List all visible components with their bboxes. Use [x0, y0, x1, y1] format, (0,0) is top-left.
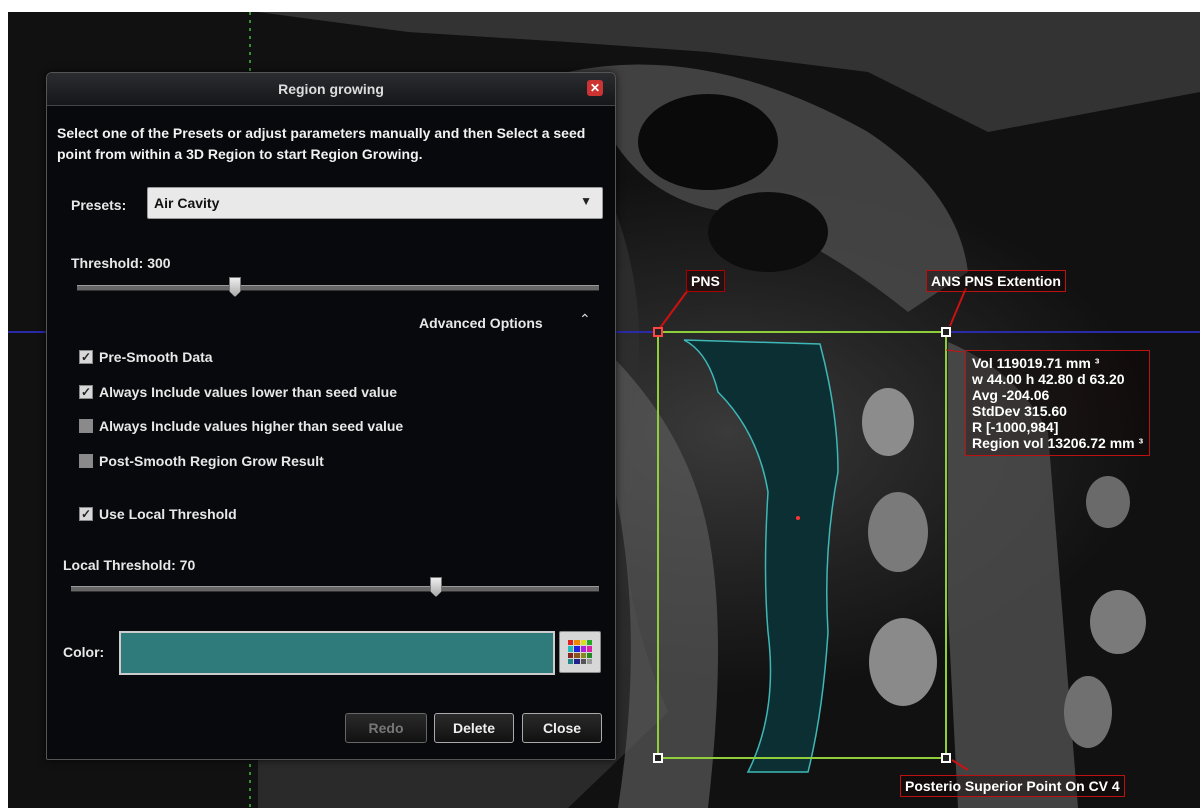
- local-threshold-slider-thumb[interactable]: [430, 577, 442, 597]
- dialog-titlebar[interactable]: Region growing ✕: [47, 73, 615, 106]
- delete-button[interactable]: Delete: [434, 713, 514, 743]
- post-smooth-checkbox[interactable]: [79, 454, 93, 468]
- use-local-threshold-checkbox[interactable]: ✓: [79, 507, 93, 521]
- presets-dropdown[interactable]: Air Cavity ▼: [147, 187, 603, 219]
- color-label: Color:: [63, 644, 105, 660]
- dialog-title: Region growing: [278, 81, 384, 97]
- advanced-options-toggle[interactable]: Advanced Options: [419, 315, 543, 331]
- color-palette-button[interactable]: [559, 631, 601, 673]
- chevron-up-icon[interactable]: ⌃: [579, 311, 591, 328]
- color-swatch[interactable]: [119, 631, 555, 675]
- include-lower-label: Always Include values lower than seed va…: [99, 384, 398, 400]
- local-threshold-label: Local Threshold: 70: [63, 557, 196, 573]
- stat-stddev: StdDev 315.60: [972, 403, 1067, 419]
- threshold-slider-thumb[interactable]: [229, 277, 241, 297]
- stat-region-volume: Region vol 13206.72 mm ³: [972, 435, 1144, 451]
- local-threshold-slider-track[interactable]: [71, 586, 599, 592]
- close-icon[interactable]: ✕: [587, 80, 603, 96]
- stat-volume: Vol 119019.71 mm ³: [972, 355, 1100, 371]
- region-stats-box: Vol 119019.71 mm ³ w 44.00 h 42.80 d 63.…: [965, 350, 1151, 456]
- redo-button[interactable]: Redo: [345, 713, 427, 743]
- include-higher-checkbox[interactable]: [79, 419, 93, 433]
- box-handle-top-right[interactable]: [941, 327, 951, 337]
- threshold-slider-track[interactable]: [77, 285, 599, 291]
- stat-average: Avg -204.06: [972, 387, 1050, 403]
- region-growing-dialog: Region growing ✕ Select one of the Prese…: [46, 72, 616, 760]
- palette-icon: [568, 640, 592, 664]
- box-handle-bottom-right[interactable]: [941, 753, 951, 763]
- ans-pns-extention-label: ANS PNS Extention: [926, 270, 1066, 292]
- close-button[interactable]: Close: [522, 713, 602, 743]
- threshold-label: Threshold: 300: [71, 255, 171, 271]
- pre-smooth-checkbox[interactable]: ✓: [79, 350, 93, 364]
- stat-range: R [-1000,984]: [972, 419, 1059, 435]
- stat-dimensions: w 44.00 h 42.80 d 63.20: [972, 371, 1125, 387]
- include-lower-checkbox[interactable]: ✓: [79, 385, 93, 399]
- instructions-text: Select one of the Presets or adjust para…: [57, 125, 586, 162]
- box-handle-top-left[interactable]: [653, 327, 663, 337]
- post-smooth-label: Post-Smooth Region Grow Result: [99, 453, 324, 469]
- presets-selected-value: Air Cavity: [154, 195, 220, 211]
- use-local-threshold-label: Use Local Threshold: [99, 506, 237, 522]
- box-handle-bottom-left[interactable]: [653, 753, 663, 763]
- pre-smooth-label: Pre-Smooth Data: [99, 349, 213, 365]
- presets-label: Presets:: [71, 197, 127, 213]
- cv4-point-label: Posterio Superior Point On CV 4: [900, 775, 1125, 797]
- chevron-down-icon: ▼: [580, 194, 592, 208]
- pns-annotation-label: PNS: [686, 270, 725, 292]
- include-higher-label: Always Include values higher than seed v…: [99, 418, 404, 434]
